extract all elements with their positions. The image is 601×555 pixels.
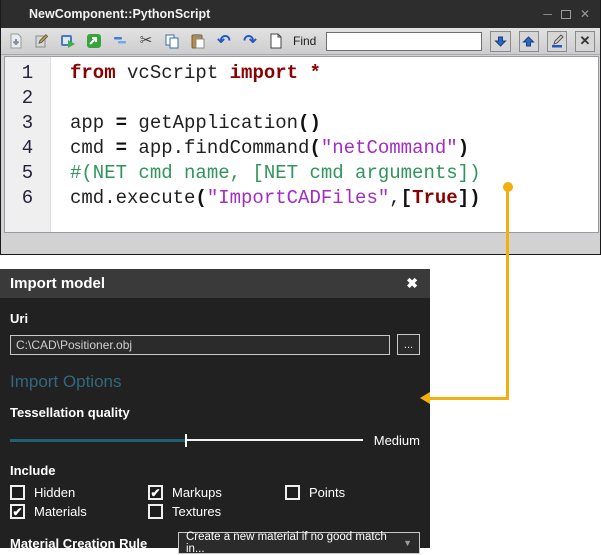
checkbox-box[interactable] <box>10 485 25 500</box>
code-line: app = getApplication() <box>70 111 598 136</box>
code-line: cmd = app.findCommand("netCommand") <box>70 136 598 161</box>
checkbox-points[interactable]: Points <box>285 485 420 500</box>
material-rule-value: Create a new material if no good match i… <box>186 531 403 555</box>
tessellation-slider-row: Medium <box>10 433 420 448</box>
include-options: Hidden ✔ Markups Points ✔ Materials Text… <box>10 485 420 519</box>
uri-row: ... <box>10 334 420 355</box>
code-line: #(NET cmd name, [NET cmd arguments]) <box>70 161 598 186</box>
window-controls: ─ ✕ <box>543 8 590 20</box>
slider-track-filled <box>10 439 185 442</box>
run-script-icon[interactable] <box>58 32 78 50</box>
export-icon[interactable] <box>84 32 104 50</box>
line-number: 4 <box>5 136 50 161</box>
checkbox-label: Materials <box>34 504 87 519</box>
script-editor-window: NewComponent::PythonScript ─ ✕ ✂ ↶ <box>0 0 601 255</box>
checkbox-label: Hidden <box>34 485 75 500</box>
flow-arrowhead-icon <box>420 392 430 404</box>
material-rule-label: Material Creation Rule <box>10 536 178 551</box>
chevron-down-icon: ▼ <box>403 538 412 548</box>
clear-find-icon[interactable]: ✕ <box>575 31 595 52</box>
code-line: from vcScript import * <box>70 61 598 86</box>
line-number: 6 <box>5 186 50 211</box>
checkbox-markups[interactable]: ✔ Markups <box>148 485 285 500</box>
paste-icon[interactable] <box>188 32 208 50</box>
minimize-icon[interactable]: ─ <box>543 8 552 20</box>
line-number: 5 <box>5 161 50 186</box>
line-number: 1 <box>5 61 50 86</box>
import-model-dialog: Import model ✖ Uri ... Import Options Te… <box>0 269 430 548</box>
checkbox-textures[interactable]: Textures <box>148 504 285 519</box>
find-input[interactable] <box>326 32 482 51</box>
close-icon[interactable]: ✕ <box>580 8 590 20</box>
checkbox-box-checked[interactable]: ✔ <box>10 504 25 519</box>
checkbox-label: Markups <box>172 485 222 500</box>
material-rule-row: Material Creation Rule Create a new mate… <box>10 532 420 554</box>
checkbox-materials[interactable]: ✔ Materials <box>10 504 148 519</box>
titlebar: NewComponent::PythonScript ─ ✕ <box>1 0 600 28</box>
slider-track-rest <box>185 439 363 441</box>
tessellation-slider[interactable] <box>10 434 363 447</box>
code-line <box>70 86 598 111</box>
browse-button[interactable]: ... <box>397 334 420 355</box>
editor-toolbar: ✂ ↶ ↷ Find ✕ <box>1 28 600 55</box>
find-document-icon <box>266 32 286 50</box>
include-label: Include <box>10 463 420 478</box>
copy-icon[interactable] <box>162 32 182 50</box>
gutter: 123456 <box>5 57 51 232</box>
slider-thumb[interactable] <box>185 434 187 447</box>
material-rule-dropdown[interactable]: Create a new material if no good match i… <box>178 532 420 554</box>
dialog-close-icon[interactable]: ✖ <box>406 275 418 292</box>
checkbox-label: Textures <box>172 504 221 519</box>
flow-arrow-vertical-line <box>506 189 509 399</box>
dialog-body: Uri ... Import Options Tessellation qual… <box>0 298 430 554</box>
import-options-heading: Import Options <box>10 372 420 392</box>
uri-label: Uri <box>10 311 420 326</box>
maximize-icon[interactable] <box>561 10 571 19</box>
checkbox-box-checked[interactable]: ✔ <box>148 485 163 500</box>
indent-icon[interactable] <box>110 32 130 50</box>
uri-input[interactable] <box>10 335 390 355</box>
tessellation-label: Tessellation quality <box>10 405 420 420</box>
code-line: cmd.execute("ImportCADFiles",[True]) <box>70 186 598 211</box>
find-next-icon[interactable] <box>490 31 510 52</box>
code-lines[interactable]: from vcScript import * app = getApplicat… <box>51 57 598 232</box>
flow-arrow-horizontal-line <box>428 397 509 400</box>
cut-icon[interactable]: ✂ <box>136 32 156 50</box>
find-previous-icon[interactable] <box>519 31 539 52</box>
dialog-title: Import model <box>10 275 105 292</box>
tessellation-value: Medium <box>370 433 420 448</box>
checkbox-label: Points <box>309 485 345 500</box>
edit-script-icon[interactable] <box>32 32 52 50</box>
code-editor[interactable]: 123456 from vcScript import * app = getA… <box>4 56 599 233</box>
undo-icon[interactable]: ↶ <box>214 32 234 50</box>
check-in-icon[interactable] <box>6 32 26 50</box>
checkbox-box[interactable] <box>148 504 163 519</box>
dialog-titlebar: Import model ✖ <box>0 269 430 298</box>
redo-icon[interactable]: ↷ <box>240 32 260 50</box>
line-number: 3 <box>5 111 50 136</box>
checkbox-hidden[interactable]: Hidden <box>10 485 148 500</box>
window-title: NewComponent::PythonScript <box>29 7 210 21</box>
highlight-all-icon[interactable] <box>547 31 567 52</box>
line-number: 2 <box>5 86 50 111</box>
find-label: Find <box>293 34 316 48</box>
checkbox-box[interactable] <box>285 485 300 500</box>
